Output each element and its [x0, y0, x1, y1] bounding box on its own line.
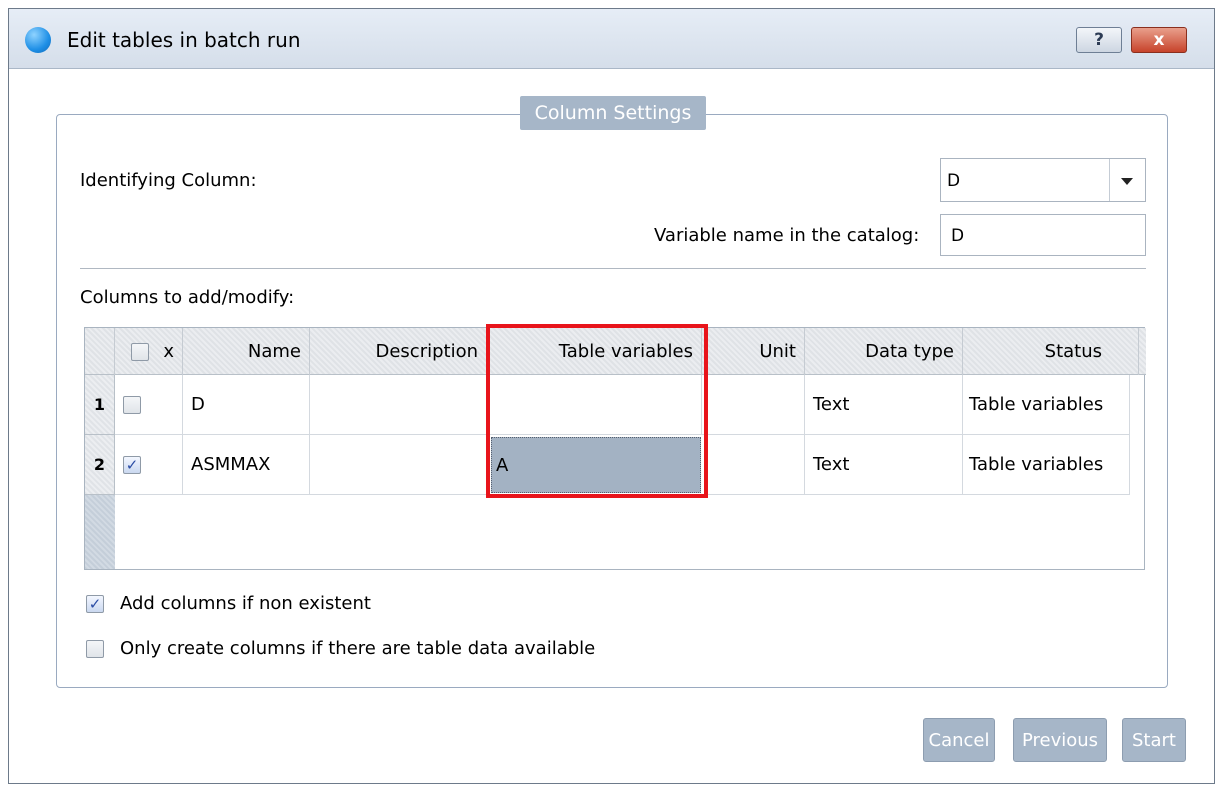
column-settings-legend: Column Settings — [520, 96, 706, 130]
row-checkbox[interactable] — [123, 395, 141, 414]
unit-cell[interactable] — [702, 375, 805, 435]
columns-table: x Name Description Table variables Unit … — [84, 327, 1146, 570]
title-bar: Edit tables in batch run ? x — [9, 9, 1214, 69]
window-title: Edit tables in batch run — [67, 28, 301, 52]
row-select-cell: ✓ — [115, 435, 183, 495]
add-columns-label[interactable]: Add columns if non existent — [120, 593, 371, 614]
help-button[interactable]: ? — [1076, 27, 1122, 53]
catalog-variable-input[interactable]: D — [940, 214, 1146, 256]
previous-button[interactable]: Previous — [1013, 718, 1107, 762]
status-cell: Table variables — [963, 435, 1130, 495]
identifying-column-label: Identifying Column: — [80, 170, 257, 191]
name-cell[interactable]: D — [183, 375, 310, 435]
table-header: x Name Description Table variables Unit … — [85, 328, 1146, 375]
cancel-button[interactable]: Cancel — [923, 718, 995, 762]
row-header-corner — [85, 328, 115, 375]
header-unit[interactable]: Unit — [702, 328, 805, 375]
data-type-cell[interactable]: Text — [805, 375, 963, 435]
header-table-variables[interactable]: Table variables — [487, 328, 702, 375]
row-number[interactable]: 2 — [85, 435, 115, 495]
description-cell[interactable] — [310, 435, 487, 495]
header-data-type[interactable]: Data type — [805, 328, 963, 375]
table-variables-cell-selected[interactable]: A — [491, 437, 701, 493]
status-cell: Table variables — [963, 375, 1130, 435]
catalog-variable-label: Variable name in the catalog: — [654, 225, 920, 246]
table-variables-cell[interactable] — [487, 375, 702, 435]
header-x: x — [163, 341, 174, 362]
row-number[interactable]: 1 — [85, 375, 115, 435]
add-columns-checkbox[interactable]: ✓ — [86, 594, 104, 613]
select-all-checkbox[interactable] — [131, 342, 150, 361]
table-row[interactable]: 2 ✓ ASMMAX A Text Table variables — [85, 435, 1146, 495]
only-create-label[interactable]: Only create columns if there are table d… — [120, 638, 595, 659]
unit-cell[interactable] — [702, 435, 805, 495]
identifying-column-value: D — [947, 171, 961, 191]
identifying-column-dropdown[interactable]: D — [940, 158, 1146, 202]
start-button[interactable]: Start — [1122, 718, 1186, 762]
columns-to-add-label: Columns to add/modify: — [80, 287, 295, 308]
header-name[interactable]: Name — [183, 328, 310, 375]
catalog-variable-value: D — [951, 226, 965, 246]
data-type-cell[interactable]: Text — [805, 435, 963, 495]
header-select-all: x — [115, 328, 183, 375]
header-description[interactable]: Description — [310, 328, 487, 375]
name-cell[interactable]: ASMMAX — [183, 435, 310, 495]
table-row[interactable]: 1 D Text Table variables — [85, 375, 1146, 435]
close-button[interactable]: x — [1131, 27, 1187, 53]
row-checkbox-checked[interactable]: ✓ — [123, 455, 141, 474]
dropdown-separator — [1109, 159, 1110, 201]
chevron-down-icon[interactable] — [1121, 178, 1133, 185]
section-divider — [80, 268, 1146, 269]
app-globe-icon — [25, 27, 51, 53]
header-status[interactable]: Status — [963, 328, 1139, 375]
only-create-option[interactable]: Only create columns if there are table d… — [86, 638, 595, 659]
only-create-checkbox[interactable] — [86, 639, 104, 658]
row-select-cell — [115, 375, 183, 435]
description-cell[interactable] — [310, 375, 487, 435]
add-columns-option[interactable]: ✓ Add columns if non existent — [86, 593, 371, 614]
